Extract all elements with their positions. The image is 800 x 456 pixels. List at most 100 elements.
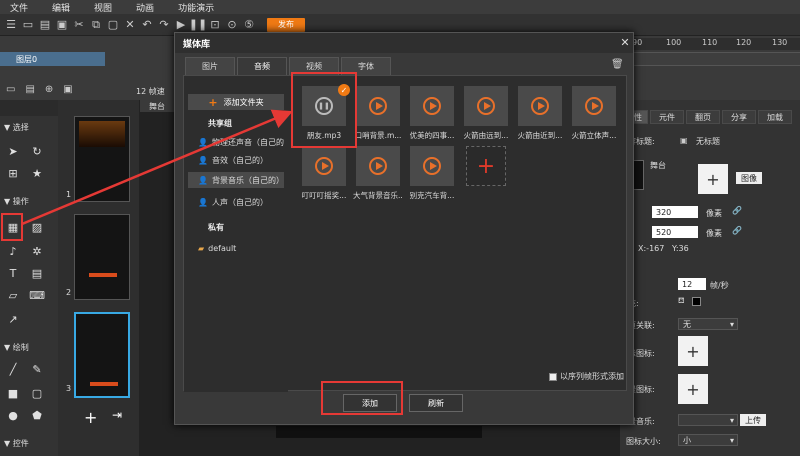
relation-select[interactable]: 无 ▾: [678, 318, 738, 330]
folder-item[interactable]: 👤 音效（自己的）: [188, 152, 284, 168]
audio-icon[interactable]: ♪: [6, 244, 20, 258]
delete-icon[interactable]: ✕: [123, 18, 137, 32]
redo-icon[interactable]: ↷: [157, 18, 171, 32]
media-tile[interactable]: [356, 146, 400, 186]
media-label: 别克汽车背...: [409, 191, 455, 200]
tab-loading[interactable]: 加载: [758, 110, 792, 124]
upload-button[interactable]: 上传: [740, 414, 766, 426]
layer-row[interactable]: 图层0: [0, 52, 105, 66]
width-input[interactable]: 320: [652, 206, 698, 218]
tab-pageflip[interactable]: 翻页: [686, 110, 720, 124]
ruler-tick: 120: [736, 38, 752, 47]
polygon-icon[interactable]: ⬟: [30, 408, 44, 422]
transform-icon[interactable]: ⊞: [6, 166, 20, 180]
circle-icon[interactable]: ●: [6, 408, 20, 422]
media-tile[interactable]: [410, 146, 454, 186]
cut-icon[interactable]: ✂: [72, 18, 86, 32]
slideshow-icon[interactable]: ▱: [6, 288, 20, 302]
menu-demo[interactable]: 功能演示: [168, 1, 228, 14]
pause-icon[interactable]: ❚❚: [189, 18, 207, 32]
publish-button[interactable]: 发布: [267, 17, 305, 32]
add-bg-icon-button[interactable]: +: [678, 374, 708, 404]
folder-icon: ▰: [198, 243, 205, 253]
add-icon-button[interactable]: +: [678, 336, 708, 366]
trash-icon[interactable]: 🗑: [611, 59, 624, 70]
import-slide-icon[interactable]: ⇥: [112, 408, 122, 422]
html5-icon[interactable]: ⑤: [242, 18, 256, 32]
tab-share[interactable]: 分享: [722, 110, 756, 124]
preview-icon[interactable]: ⊡: [208, 18, 222, 32]
sequence-option[interactable]: 以序列帧形式添加: [549, 371, 624, 382]
stage-tab[interactable]: 舞台: [140, 100, 174, 112]
fill-color-swatch[interactable]: [692, 297, 701, 306]
slide-thumbnail-active[interactable]: [74, 312, 130, 398]
tab-images[interactable]: 图片: [185, 57, 235, 75]
title-value[interactable]: 无标题: [696, 136, 720, 147]
video-icon[interactable]: ▤: [30, 266, 44, 280]
play-icon: [423, 157, 441, 175]
new-file-icon[interactable]: ▭: [21, 18, 35, 32]
fps-input[interactable]: 12: [678, 278, 706, 290]
pencil-icon[interactable]: ✎: [30, 362, 44, 376]
paint-bucket-icon[interactable]: ⛾: [678, 296, 685, 306]
save-icon[interactable]: ▣: [55, 18, 69, 32]
link-icon[interactable]: 🔗: [732, 206, 742, 215]
tab-components[interactable]: 元件: [650, 110, 684, 124]
mask-layer-icon[interactable]: ⊕: [45, 84, 53, 95]
slide-thumbnail[interactable]: [74, 214, 130, 300]
record-icon[interactable]: ⊙: [225, 18, 239, 32]
line-icon[interactable]: ╱: [6, 362, 20, 376]
refresh-button[interactable]: 刷新: [409, 394, 463, 412]
play-icon[interactable]: ▶: [174, 18, 188, 32]
height-input[interactable]: 520: [652, 226, 698, 238]
sequence-checkbox[interactable]: [549, 372, 557, 381]
copy-icon[interactable]: ⧉: [89, 18, 103, 32]
chart-icon[interactable]: ↗: [6, 312, 20, 326]
delete-layer-icon[interactable]: ▣: [63, 84, 72, 95]
open-folder-icon[interactable]: ▤: [38, 18, 52, 32]
paste-icon[interactable]: ▢: [106, 18, 120, 32]
media-tile[interactable]: [410, 86, 454, 126]
media-label: 大气背景音乐...: [353, 191, 403, 200]
bg-music-select[interactable]: ▾: [678, 414, 738, 426]
media-tile[interactable]: [572, 86, 616, 126]
add-layer-icon[interactable]: ▭: [6, 84, 15, 95]
image-icon[interactable]: ▨: [30, 220, 44, 234]
add-folder-button[interactable]: + 添加文件夹: [188, 94, 284, 110]
folder-layer-icon[interactable]: ▤: [25, 84, 34, 95]
media-tile[interactable]: [518, 86, 562, 126]
add-slide-icon[interactable]: +: [84, 408, 97, 427]
tab-audio[interactable]: 音频: [237, 57, 287, 75]
arrow-select-icon[interactable]: ➤: [6, 144, 20, 158]
icon-size-select[interactable]: 小 ▾: [678, 434, 738, 446]
star-select-icon[interactable]: ★: [30, 166, 44, 180]
subselect-icon[interactable]: ↻: [30, 144, 44, 158]
menu-view[interactable]: 视图: [84, 1, 126, 14]
menu-icon[interactable]: ☰: [4, 18, 18, 32]
add-media-button[interactable]: +: [466, 146, 506, 186]
image-button[interactable]: 图像: [736, 172, 762, 184]
media-tile[interactable]: [356, 86, 400, 126]
folder-item[interactable]: ▰ default: [188, 240, 284, 256]
add-image-button[interactable]: +: [698, 164, 728, 194]
folder-item[interactable]: 👤 人声（自己的）: [188, 194, 284, 210]
media-tile[interactable]: [302, 146, 346, 186]
timeline-ruler: 90 100 110 120 130: [630, 38, 800, 50]
menu-animation[interactable]: 动画: [126, 1, 168, 14]
menu-file[interactable]: 文件: [0, 1, 42, 14]
folder-item[interactable]: 👤物理还声音（自己的）-: [188, 134, 284, 150]
effect-icon[interactable]: ✲: [30, 244, 44, 258]
rectangle-icon[interactable]: ■: [6, 386, 20, 400]
menu-edit[interactable]: 编辑: [42, 1, 84, 14]
text-icon[interactable]: T: [6, 266, 20, 280]
timeline-frames[interactable]: [630, 52, 800, 66]
link-icon[interactable]: 🔗: [732, 226, 742, 235]
rounded-rect-icon[interactable]: ▢: [30, 386, 44, 400]
close-icon[interactable]: ✕: [619, 36, 631, 49]
code-icon[interactable]: ⌨: [29, 288, 45, 302]
folder-item-active[interactable]: 👤 背景音乐（自己的）: [188, 172, 284, 188]
undo-icon[interactable]: ↶: [140, 18, 154, 32]
slide-thumbnail[interactable]: [74, 116, 130, 202]
media-tile[interactable]: [464, 86, 508, 126]
stage-canvas[interactable]: [276, 426, 482, 438]
